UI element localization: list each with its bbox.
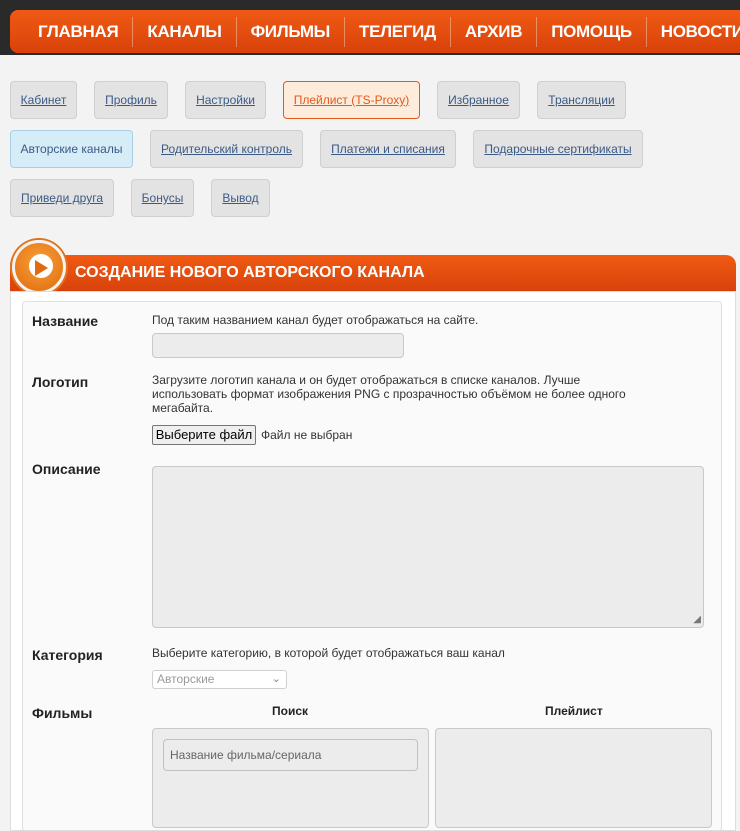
category-select[interactable]: Авторские ⌄ bbox=[152, 670, 287, 689]
logo-label: Логотип bbox=[32, 374, 89, 390]
chevron-down-icon: ⌄ bbox=[271, 673, 281, 685]
category-label: Категория bbox=[32, 647, 103, 663]
description-textarea[interactable]: ◢ bbox=[152, 466, 704, 628]
tab-profile[interactable]: Профиль bbox=[94, 81, 168, 119]
category-hint: Выберите категорию, в которой будет отоб… bbox=[152, 646, 505, 660]
tab-payments[interactable]: Платежи и списания bbox=[320, 130, 456, 168]
category-value: Авторские bbox=[157, 672, 215, 686]
play-triangle-icon bbox=[35, 260, 48, 276]
nav-tvguide[interactable]: ТЕЛЕГИД bbox=[345, 16, 451, 47]
nav-home[interactable]: ГЛАВНАЯ bbox=[24, 16, 134, 47]
main-nav: ГЛАВНАЯ КАНАЛЫ ФИЛЬМЫ ТЕЛЕГИД АРХИВ ПОМО… bbox=[10, 10, 740, 53]
name-hint: Под таким названием канал будет отобража… bbox=[152, 313, 479, 327]
tab-cabinet[interactable]: Кабинет bbox=[10, 81, 77, 119]
resize-handle-icon[interactable]: ◢ bbox=[693, 614, 701, 625]
tab-invite-friend[interactable]: Приведи друга bbox=[10, 179, 114, 217]
tab-playlist[interactable]: Плейлист (TS-Proxy) bbox=[283, 81, 420, 119]
nav-channels[interactable]: КАНАЛЫ bbox=[133, 16, 237, 47]
film-search-input[interactable]: Название фильма/сериала bbox=[163, 739, 418, 771]
playlist-header: Плейлист bbox=[545, 704, 603, 718]
file-status: Файл не выбран bbox=[261, 428, 353, 442]
tab-withdraw[interactable]: Вывод bbox=[211, 179, 270, 217]
logo-hint: Загрузите логотип канала и он будет отоб… bbox=[152, 373, 626, 415]
nav-help[interactable]: ПОМОЩЬ bbox=[537, 16, 647, 47]
search-header: Поиск bbox=[272, 704, 309, 718]
name-label: Название bbox=[32, 313, 99, 329]
tab-parental-control[interactable]: Родительский контроль bbox=[150, 130, 303, 168]
films-label: Фильмы bbox=[32, 705, 93, 721]
nav-news[interactable]: НОВОСТИ bbox=[647, 17, 740, 47]
tab-gift-cards[interactable]: Подарочные сертификаты bbox=[473, 130, 643, 168]
tab-settings[interactable]: Настройки bbox=[185, 81, 266, 119]
nav-films[interactable]: ФИЛЬМЫ bbox=[237, 16, 346, 47]
playlist-box[interactable] bbox=[435, 728, 712, 828]
tab-broadcasts[interactable]: Трансляции bbox=[537, 81, 626, 119]
choose-file-button[interactable]: Выберите файл bbox=[152, 425, 256, 445]
description-label: Описание bbox=[32, 461, 101, 477]
tab-author-channels[interactable]: Авторские каналы bbox=[10, 130, 133, 168]
nav-archive[interactable]: АРХИВ bbox=[451, 16, 538, 47]
name-input[interactable] bbox=[152, 333, 404, 358]
tab-bonuses[interactable]: Бонусы bbox=[131, 179, 194, 217]
tab-favorites[interactable]: Избранное bbox=[437, 81, 520, 119]
panel-title: СОЗДАНИЕ НОВОГО АВТОРСКОГО КАНАЛА bbox=[75, 264, 425, 281]
